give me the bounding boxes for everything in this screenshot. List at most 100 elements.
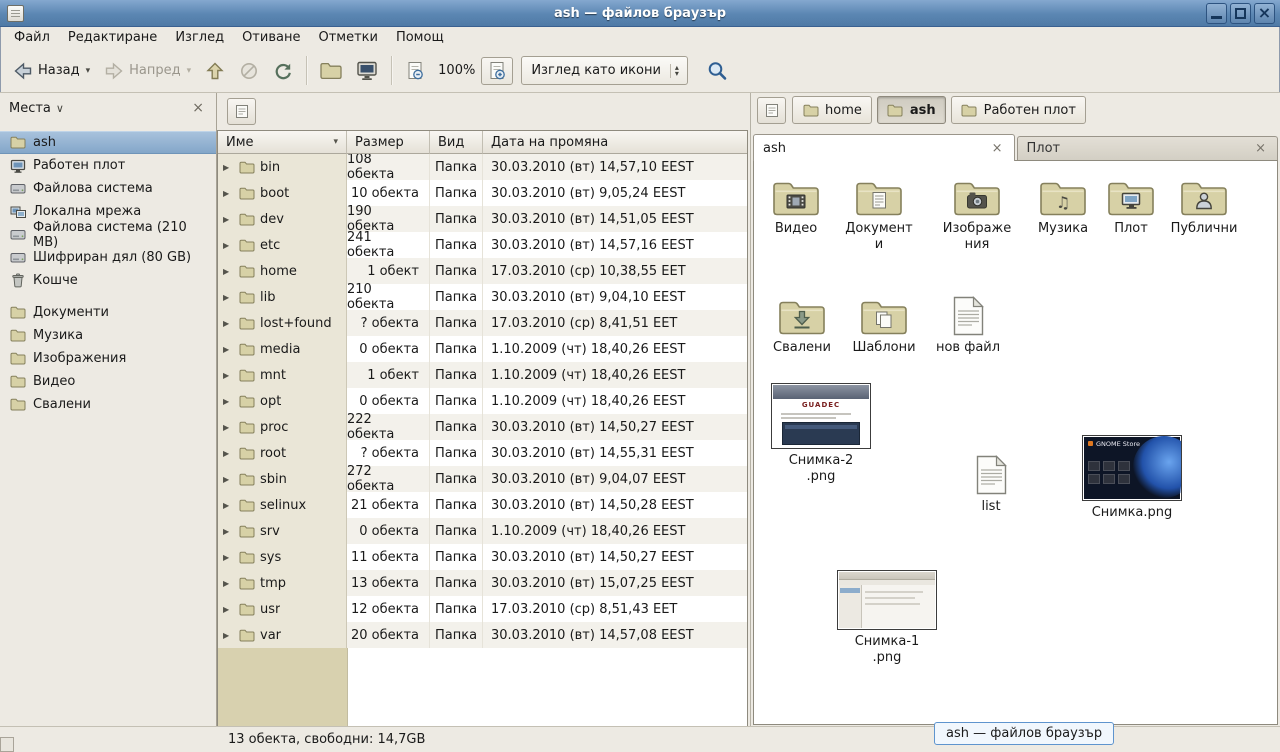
expander-icon[interactable]: ▶ — [223, 423, 233, 432]
menu-item[interactable]: Изглед — [166, 27, 233, 48]
table-row[interactable]: ▶selinux21 обектаПапка30.03.2010 (вт) 14… — [218, 492, 747, 518]
file-icon-item[interactable]: Снимка-1.png — [831, 570, 943, 666]
sidebar-item[interactable]: Изображения — [0, 347, 216, 370]
sidebar-item[interactable]: Свалени — [0, 393, 216, 416]
sidebar-close-icon[interactable]: × — [189, 100, 207, 116]
expander-icon[interactable]: ▶ — [223, 527, 233, 536]
back-button[interactable]: Назад ▾ — [6, 57, 97, 85]
tab-close-icon[interactable]: × — [990, 141, 1005, 156]
table-row[interactable]: ▶lib210 обектаПапка30.03.2010 (вт) 9,04,… — [218, 284, 747, 310]
sidebar-item[interactable]: ash — [0, 131, 216, 154]
expander-icon[interactable]: ▶ — [223, 215, 233, 224]
view-mode-select[interactable]: Изглед като икони ▴▾ — [521, 56, 688, 85]
expander-icon[interactable]: ▶ — [223, 579, 233, 588]
zoom-out-button[interactable] — [398, 57, 432, 85]
expander-icon[interactable]: ▶ — [223, 397, 233, 406]
table-row[interactable]: ▶etc241 обектаПапка30.03.2010 (вт) 14,57… — [218, 232, 747, 258]
computer-button[interactable] — [349, 57, 385, 85]
table-row[interactable]: ▶media0 обектаПапка1.10.2009 (чт) 18,40,… — [218, 336, 747, 362]
file-icon-item[interactable]: Видео — [760, 173, 832, 237]
minimize-button[interactable] — [1206, 3, 1227, 24]
table-row[interactable]: ▶proc222 обектаПапка30.03.2010 (вт) 14,5… — [218, 414, 747, 440]
forward-button[interactable]: Напред ▾ — [97, 57, 198, 85]
expander-icon[interactable]: ▶ — [223, 319, 233, 328]
toggle-location-entry-button[interactable] — [757, 97, 786, 124]
sidebar-item[interactable]: Кошче — [0, 269, 216, 292]
table-row[interactable]: ▶sys11 обектаПапка30.03.2010 (вт) 14,50,… — [218, 544, 747, 570]
table-row[interactable]: ▶sbin272 обектаПапка30.03.2010 (вт) 9,04… — [218, 466, 747, 492]
toggle-location-entry-button[interactable] — [227, 98, 256, 125]
reload-button[interactable] — [266, 57, 300, 85]
table-row[interactable]: ▶lost+found? обектаПапка17.03.2010 (ср) … — [218, 310, 747, 336]
table-row[interactable]: ▶tmp13 обектаПапка30.03.2010 (вт) 15,07,… — [218, 570, 747, 596]
menu-item[interactable]: Редактиране — [59, 27, 166, 48]
expander-icon[interactable]: ▶ — [223, 631, 233, 640]
table-row[interactable]: ▶var20 обектаПапка30.03.2010 (вт) 14,57,… — [218, 622, 747, 648]
file-icon-item[interactable]: ♫Музика — [1027, 173, 1099, 237]
places-selector[interactable]: Места — [9, 101, 51, 116]
close-button[interactable] — [1254, 3, 1275, 24]
stop-button[interactable] — [232, 57, 266, 85]
file-icon-item[interactable]: Изображения — [941, 173, 1013, 253]
tab-close-icon[interactable]: × — [1253, 141, 1268, 156]
up-button[interactable] — [198, 57, 232, 85]
file-icon-item[interactable]: Публични — [1168, 173, 1240, 237]
zoom-in-button[interactable] — [481, 57, 513, 85]
menu-item[interactable]: Файл — [5, 27, 59, 48]
sidebar-item[interactable]: Работен плот — [0, 154, 216, 177]
tab-inactive[interactable]: Плот× — [1017, 136, 1279, 160]
column-header-size[interactable]: Размер — [347, 131, 430, 154]
sidebar-item[interactable]: Музика — [0, 324, 216, 347]
file-icon-item[interactable]: Плот — [1095, 173, 1167, 237]
breadcrumb-button[interactable]: ash — [877, 96, 946, 124]
search-button[interactable] — [700, 56, 734, 86]
file-icon-item[interactable]: Свалени — [766, 292, 838, 356]
table-row[interactable]: ▶home1 обектПапка17.03.2010 (ср) 10,38,5… — [218, 258, 747, 284]
table-row[interactable]: ▶bin108 обектаПапка30.03.2010 (вт) 14,57… — [218, 154, 747, 180]
breadcrumb-button[interactable]: home — [792, 96, 872, 124]
tab-active[interactable]: ash× — [753, 134, 1015, 161]
titlebar[interactable]: ash — файлов браузър — [0, 0, 1280, 27]
expander-icon[interactable]: ▶ — [223, 345, 233, 354]
expander-icon[interactable]: ▶ — [223, 293, 233, 302]
sidebar-item[interactable]: Видео — [0, 370, 216, 393]
breadcrumb-button[interactable]: Работен плот — [951, 96, 1086, 124]
sidebar-item[interactable]: Документи — [0, 301, 216, 324]
expander-icon[interactable]: ▶ — [223, 449, 233, 458]
sidebar-item[interactable]: Файлова система (210 MB) — [0, 223, 216, 246]
table-row[interactable]: ▶root? обектаПапка30.03.2010 (вт) 14,55,… — [218, 440, 747, 466]
file-icon-item[interactable]: нов файл — [932, 292, 1004, 356]
table-row[interactable]: ▶boot10 обектаПапка30.03.2010 (вт) 9,05,… — [218, 180, 747, 206]
home-button[interactable] — [313, 58, 349, 84]
table-row[interactable]: ▶srv0 обектаПапка1.10.2009 (чт) 18,40,26… — [218, 518, 747, 544]
expander-icon[interactable]: ▶ — [223, 163, 233, 172]
table-row[interactable]: ▶opt0 обектаПапка1.10.2009 (чт) 18,40,26… — [218, 388, 747, 414]
file-icon-item[interactable]: Шаблони — [848, 292, 920, 356]
table-row[interactable]: ▶usr12 обектаПапка17.03.2010 (ср) 8,51,4… — [218, 596, 747, 622]
expander-icon[interactable]: ▶ — [223, 553, 233, 562]
expander-icon[interactable]: ▶ — [223, 501, 233, 510]
file-icon-item[interactable]: GUADECСнимка-2.png — [765, 383, 877, 485]
table-row[interactable]: ▶dev190 обектаПапка30.03.2010 (вт) 14,51… — [218, 206, 747, 232]
menu-item[interactable]: Отметки — [309, 27, 386, 48]
sidebar-item[interactable]: Шифриран дял (80 GB) — [0, 246, 216, 269]
expander-icon[interactable]: ▶ — [223, 605, 233, 614]
video-folder-icon — [760, 173, 832, 217]
chevron-down-icon[interactable]: ∨ — [56, 102, 64, 115]
sidebar-item[interactable]: Файлова система — [0, 177, 216, 200]
file-icon-item[interactable]: GNOME StoreСнимка.png — [1076, 435, 1188, 521]
expander-icon[interactable]: ▶ — [223, 475, 233, 484]
file-icon-item[interactable]: Документи — [843, 173, 915, 253]
column-header-date[interactable]: Дата на промяна — [483, 131, 747, 154]
column-header-name[interactable]: Име▾ — [218, 131, 347, 154]
column-header-type[interactable]: Вид — [430, 131, 483, 154]
expander-icon[interactable]: ▶ — [223, 241, 233, 250]
file-icon-item[interactable]: list — [955, 451, 1027, 515]
menu-item[interactable]: Отиване — [233, 27, 309, 48]
maximize-button[interactable] — [1230, 3, 1251, 24]
menu-item[interactable]: Помощ — [387, 27, 453, 48]
table-row[interactable]: ▶mnt1 обектПапка1.10.2009 (чт) 18,40,26 … — [218, 362, 747, 388]
expander-icon[interactable]: ▶ — [223, 371, 233, 380]
expander-icon[interactable]: ▶ — [223, 267, 233, 276]
expander-icon[interactable]: ▶ — [223, 189, 233, 198]
